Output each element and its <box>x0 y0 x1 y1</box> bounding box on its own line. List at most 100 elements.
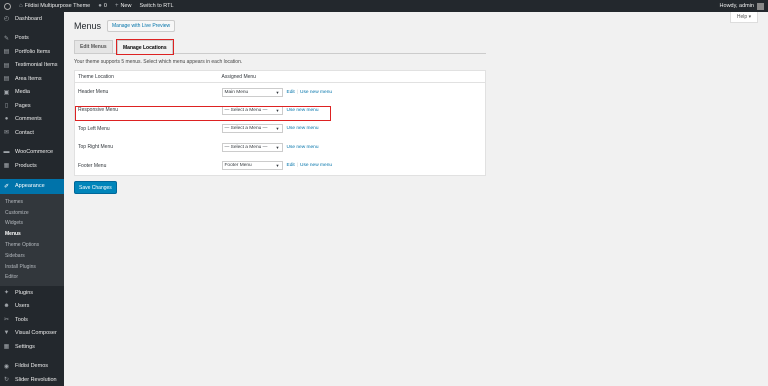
menu-select[interactable]: Footer Menu ▼ <box>221 161 283 170</box>
sidebar-item-settings[interactable]: ▦ Settings <box>0 340 64 354</box>
menu-select-value: — Select a Menu — <box>224 126 268 132</box>
sidebar-item-comments[interactable]: ● Comments <box>0 113 64 127</box>
use-new-menu-link[interactable]: Use new menu <box>287 145 319 150</box>
comments-count: 0 <box>103 3 107 9</box>
sidebar-item-fildisi-demos[interactable]: ◉ Fildisi Demos <box>0 359 64 373</box>
dashboard-icon: ◴ <box>3 16 10 23</box>
sidebar-item-label: Testimonial Items <box>15 62 58 69</box>
use-new-menu-link[interactable]: Use new menu <box>287 108 319 113</box>
column-header-assigned: Assigned Menu <box>218 70 486 83</box>
menu-select[interactable]: — Select a Menu — ▼ <box>221 105 283 115</box>
sidebar-item-label: Dashboard <box>15 15 42 22</box>
sidebar-item-label: Slider Revolution <box>15 376 57 383</box>
table-row: Top Right Menu — Select a Menu — ▼ Use new … <box>75 138 486 157</box>
location-name: Top Left Menu <box>78 125 110 132</box>
sidebar-item-area-items[interactable]: ▤ Area Items <box>0 72 64 86</box>
sidebar-item-appearance[interactable]: ✐ Appearance <box>0 178 64 194</box>
location-name: Footer Menu <box>78 162 107 169</box>
menu-locations-table: Theme Location Assigned Menu Header Menu… <box>74 70 486 176</box>
submenu-item-menus[interactable]: Menus <box>0 229 64 240</box>
sidebar-item-slider-revolution[interactable]: ↻ Slider Revolution <box>0 373 64 386</box>
sidebar-item-visual-composer[interactable]: ▼ Visual Composer <box>0 326 64 340</box>
area-icon: ▤ <box>3 76 10 83</box>
woocommerce-icon: ▬ <box>3 149 10 156</box>
table-row: Header Menu Main Menu ▼ Edit | Use new menu <box>75 83 486 102</box>
caret-down-icon: ▼ <box>275 126 280 132</box>
home-icon: ⌂ <box>19 3 23 9</box>
sidebar-item-dashboard[interactable]: ◴ Dashboard <box>0 12 64 26</box>
sidebar-item-label: Plugins <box>15 289 34 296</box>
envelope-icon: ✉ <box>3 130 10 137</box>
location-name: Header Menu <box>78 89 109 95</box>
plus-icon: + <box>114 3 119 9</box>
sidebar-item-label: Tools <box>15 316 28 323</box>
submenu-item-sidebars[interactable]: Sidebars <box>0 250 64 261</box>
users-icon: ☻ <box>3 303 10 310</box>
live-preview-button[interactable]: Manage with Live Preview <box>107 20 176 32</box>
sidebar-item-portfolio-items[interactable]: ▤ Portfolio Items <box>0 45 64 59</box>
edit-link[interactable]: Edit <box>287 90 295 95</box>
new-content-link[interactable]: + New <box>111 0 136 12</box>
assigned-menu-cell: Footer Menu ▼ Edit | Use new menu <box>219 157 486 176</box>
submenu-item-themes[interactable]: Themes <box>0 197 64 208</box>
table-row: Responsive Menu — Select a Menu — ▼ Use new… <box>75 101 486 120</box>
submenu-item-editor[interactable]: Editor <box>0 272 64 283</box>
account-menu[interactable]: Howdy, admin <box>720 0 764 12</box>
tab-edit-menus[interactable]: Edit Menus <box>74 40 113 53</box>
use-new-menu-link[interactable]: Use new menu <box>287 126 319 131</box>
save-changes-button[interactable]: Save Changes <box>74 181 117 194</box>
caret-down-icon: ▼ <box>275 89 280 95</box>
admin-sidebar: ◴ Dashboard ✎ Posts ▤ Portfolio Items ▤ Testim… <box>0 12 64 386</box>
menu-select-value: Main Menu <box>224 89 249 95</box>
nav-tabs: Edit Menus Manage Locations <box>74 39 486 55</box>
wordpress-logo-icon <box>4 2 11 10</box>
submenu-item-customize[interactable]: Customize <box>0 207 64 218</box>
sidebar-item-media[interactable]: ▣ Media <box>0 86 64 100</box>
main-content: Menus Manage with Live Preview Edit Menu… <box>74 20 486 194</box>
help-tab-button[interactable]: Help ▾ <box>730 12 758 23</box>
edit-link[interactable]: Edit <box>287 163 295 168</box>
comments-link[interactable]: ● 0 <box>94 0 111 12</box>
settings-icon: ▦ <box>3 344 10 351</box>
sidebar-item-tools[interactable]: ✂ Tools <box>0 313 64 327</box>
use-new-menu-link[interactable]: Use new menu <box>300 90 332 95</box>
sidebar-item-pages[interactable]: ▯ Pages <box>0 99 64 113</box>
avatar <box>757 2 764 10</box>
table-row: Footer Menu Footer Menu ▼ Edit | Use new menu <box>75 157 486 176</box>
menu-select[interactable]: — Select a Menu — ▼ <box>221 124 283 134</box>
site-name-link[interactable]: ⌂ Fildisi Multipurpose Theme <box>15 0 94 12</box>
submenu-item-widgets[interactable]: Widgets <box>0 218 64 229</box>
visual-composer-icon: ▼ <box>3 330 10 337</box>
submenu-item-theme-options[interactable]: Theme Options <box>0 240 64 251</box>
sidebar-item-label: Portfolio Items <box>15 48 51 55</box>
sidebar-item-products[interactable]: ▦ Products <box>0 159 64 173</box>
sidebar-item-label: WooCommerce <box>15 149 54 156</box>
assigned-menu-cell: Main Menu ▼ Edit | Use new menu <box>219 83 486 102</box>
sidebar-item-posts[interactable]: ✎ Posts <box>0 32 64 46</box>
menu-select-value: — Select a Menu — <box>224 107 268 113</box>
submenu-item-install-plugins[interactable]: Install Plugins <box>0 261 64 272</box>
link-separator: | <box>296 89 299 95</box>
link-separator: | <box>296 163 299 168</box>
pages-icon: ▯ <box>4 103 9 110</box>
sidebar-item-woocommerce[interactable]: ▬ WooCommerce <box>0 146 64 160</box>
sidebar-item-label: Media <box>15 89 30 96</box>
sidebar-item-users[interactable]: ☻ Users <box>0 299 64 313</box>
sidebar-item-testimonial-items[interactable]: ▤ Testimonial Items <box>0 59 64 73</box>
switch-rtl-link[interactable]: Switch to RTL <box>135 0 177 12</box>
sidebar-item-label: Pages <box>15 102 31 109</box>
comments-icon: ● <box>4 116 9 123</box>
wordpress-logo-button[interactable] <box>0 0 15 12</box>
sidebar-item-label: Appearance <box>15 183 45 189</box>
comment-bubble-icon: ● <box>98 3 102 9</box>
sidebar-item-contact[interactable]: ✉ Contact <box>0 126 64 140</box>
use-new-menu-link[interactable]: Use new menu <box>300 163 332 168</box>
menu-select[interactable]: Main Menu ▼ <box>221 87 283 97</box>
howdy-label: Howdy, admin <box>719 3 754 9</box>
plugins-icon: ✦ <box>3 290 10 297</box>
sidebar-item-plugins[interactable]: ✦ Plugins <box>0 286 64 300</box>
pin-icon: ✎ <box>3 35 10 42</box>
sidebar-item-label: Posts <box>15 35 29 42</box>
tab-manage-locations[interactable]: Manage Locations <box>116 39 174 55</box>
menu-select[interactable]: — Select a Menu — ▼ <box>221 142 283 152</box>
